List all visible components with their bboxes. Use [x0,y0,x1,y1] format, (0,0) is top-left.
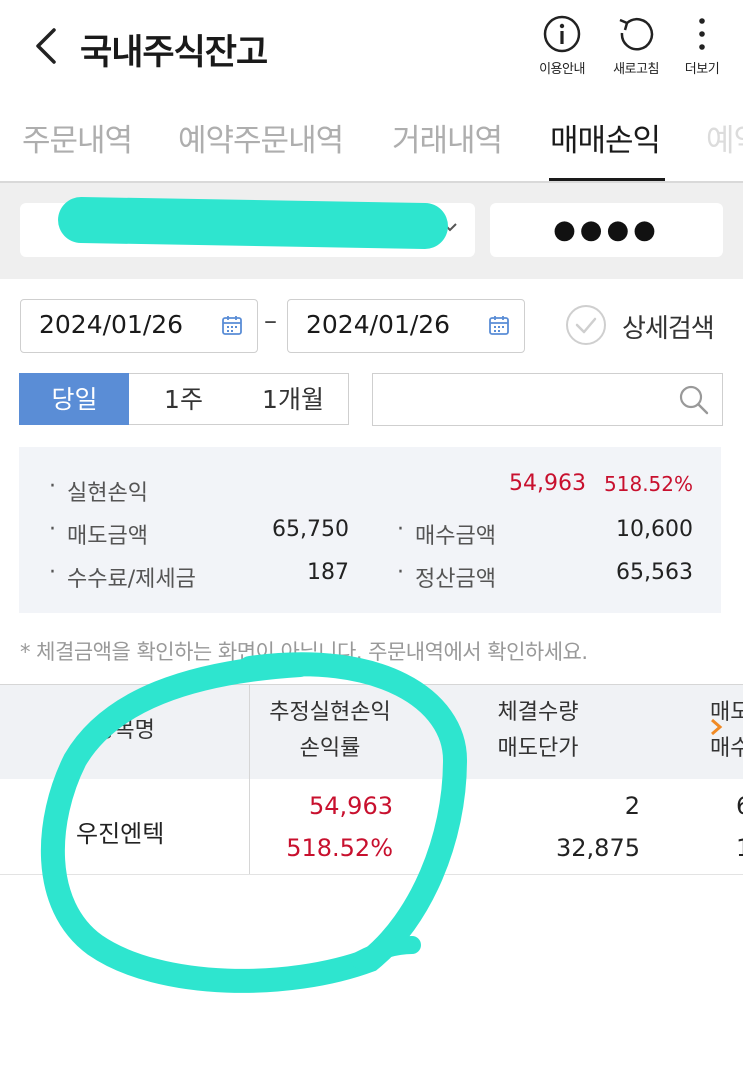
pnl-rate-value: 518.52% [286,834,393,862]
tab-reserved-more[interactable]: 예약 [706,115,743,160]
sell-amount-value: 65,750 [272,517,349,542]
detail-search-label[interactable]: 상세검색 [622,308,715,345]
tab-order-history[interactable]: 주문내역 [22,115,133,160]
realized-pnl-label: 실현손익 [67,481,148,506]
chevron-left-icon [36,28,56,64]
stock-name: 우진엔텍 [76,820,165,848]
period-1week-button[interactable]: 1주 [129,373,239,425]
pnl-summary: · 실현손익 54,963 518.52% · 매도금액 65,750 · 매수… [19,447,721,613]
more-vertical-icon [699,18,705,50]
table-row[interactable]: 우진엔텍 54,963 518.52% 2 32,875 6 1 [0,778,743,875]
summary-bullet: · [49,474,56,499]
col-exec-qty: 체결수량 [497,700,579,725]
settlement-amount-label: 정산금액 [415,567,496,592]
notice-text: * 체결금액을 확인하는 화면이 아닙니다. 주문내역에서 확인하세요. [20,640,588,664]
tab-transactions[interactable]: 거래내역 [392,115,503,160]
col-est-realized-pnl: 추정실현손익 [269,700,391,725]
fee-tax-value: 187 [307,560,349,585]
end-date-value: 2024/01/26 [306,310,451,339]
summary-bullet: · [397,517,404,542]
table-header: 종목명 추정실현손익 손익률 체결수량 매도단가 매도 매수 [0,684,743,779]
app-header: 국내주식잔고 이용안내 새로고침 더보기 [0,0,743,95]
redaction-marker [57,196,449,250]
col-stock-name: 종목명 [94,718,155,743]
guide-label: 이용안내 [539,62,585,77]
back-button[interactable] [28,22,68,70]
stock-search-input[interactable] [372,373,723,426]
tab-bar: 주문내역 예약주문내역 거래내역 매매손익 예약 [0,95,743,183]
start-date-value: 2024/01/26 [39,310,184,339]
period-1month-button[interactable]: 1개월 [238,373,349,425]
refresh-button[interactable]: 새로고침 [601,14,671,77]
more-button[interactable]: 더보기 [667,14,737,77]
guide-button[interactable]: 이용안내 [527,14,597,77]
end-date-field[interactable]: 2024/01/26 [287,299,525,353]
summary-bullet: · [49,517,56,542]
tab-trading-pnl[interactable]: 매매손익 [550,115,661,160]
buy-amount-label: 매수금액 [415,524,496,549]
buy-amount-value-partial: 1 [736,834,743,862]
col-pnl-rate: 손익률 [299,736,361,761]
calendar-icon[interactable] [221,314,243,340]
refresh-icon [619,18,654,51]
fee-tax-label: 수수료/제세금 [67,567,196,592]
buy-amount-value: 10,600 [616,517,693,542]
settlement-amount-value: 65,563 [616,560,693,585]
realized-pnl-value: 54,963 [509,471,586,496]
password-field[interactable]: ●●●● [490,203,723,257]
sell-price-value: 32,875 [556,834,640,862]
search-icon[interactable] [676,382,712,422]
period-today-button[interactable]: 당일 [19,373,130,425]
est-realized-pnl-value: 54,963 [309,792,393,820]
sell-amount-label: 매도금액 [67,524,148,549]
start-date-field[interactable]: 2024/01/26 [20,299,258,353]
chevron-right-icon[interactable] [708,717,724,741]
date-separator: – [264,306,277,336]
more-label: 더보기 [684,62,720,77]
col-sell-price: 매도단가 [497,736,579,761]
detail-search-checkbox[interactable] [564,303,608,351]
check-circle-icon [566,305,606,345]
sell-amount-value-partial: 6 [736,792,743,820]
active-tab-indicator [549,178,665,181]
calendar-icon[interactable] [488,314,510,340]
summary-bullet: · [397,560,404,585]
page-title: 국내주식잔고 [80,33,268,73]
exec-qty-value: 2 [624,792,640,820]
summary-bullet: · [49,560,56,585]
info-icon [543,15,581,53]
tab-reserved-orders[interactable]: 예약주문내역 [178,115,344,160]
refresh-label: 새로고침 [613,62,659,77]
realized-pnl-rate: 518.52% [604,472,693,496]
